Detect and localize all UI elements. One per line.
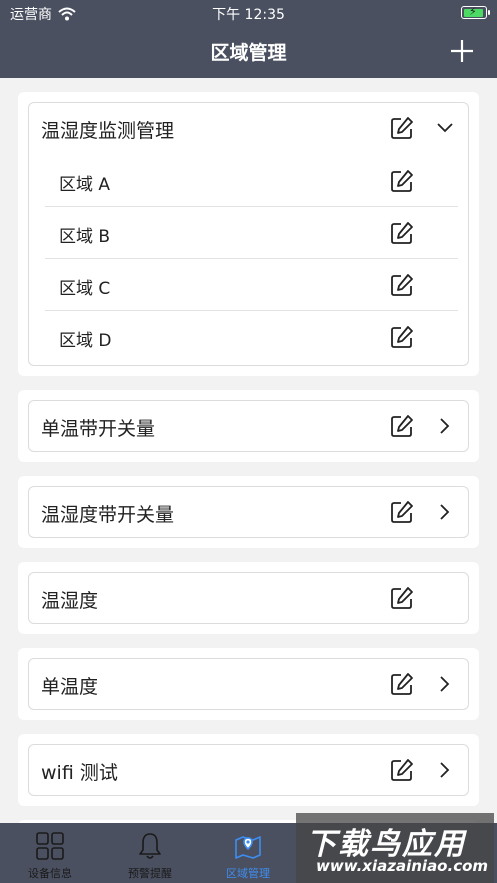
edit-icon[interactable] bbox=[390, 116, 414, 140]
group-label: 温湿度带开关量 bbox=[41, 504, 175, 526]
edit-icon[interactable] bbox=[390, 586, 414, 610]
group-card: 温湿度监测管理 区域 A 区域 B 区域 C 区域 D bbox=[18, 92, 479, 376]
group-panel: 单温带开关量 bbox=[28, 400, 469, 452]
tab-device-info[interactable]: 设备信息 bbox=[0, 823, 100, 883]
tab-label: 设备信息 bbox=[28, 867, 72, 880]
battery-icon: ⚡ bbox=[461, 5, 490, 19]
group-label: 温湿度监测管理 bbox=[41, 120, 175, 142]
region-label: 区域 A bbox=[59, 175, 111, 195]
group-card: 温湿度带开关量 bbox=[18, 476, 479, 548]
tab-region-management[interactable]: 区域管理 bbox=[198, 823, 298, 883]
group-label: 温湿度 bbox=[41, 590, 99, 612]
edit-icon[interactable] bbox=[390, 758, 414, 782]
grid-icon bbox=[36, 832, 64, 860]
group-header[interactable]: 温湿度带开关量 bbox=[29, 487, 468, 539]
group-panel: wifi 测试 bbox=[28, 744, 469, 796]
edit-icon[interactable] bbox=[390, 414, 414, 438]
region-item[interactable]: 区域 A bbox=[45, 155, 458, 207]
group-header[interactable]: 单温带开关量 bbox=[29, 401, 468, 453]
chevron-right-icon[interactable] bbox=[436, 675, 454, 693]
group-header[interactable]: 温湿度监测管理 bbox=[29, 103, 468, 155]
group-card: 单温度 bbox=[18, 648, 479, 720]
group-card: wifi 测试 bbox=[18, 734, 479, 806]
status-time: 下午 12:35 bbox=[212, 7, 285, 23]
status-bar: 运营商 下午 12:35 ⚡ bbox=[0, 0, 497, 26]
group-label: 单温带开关量 bbox=[41, 418, 156, 440]
region-label: 区域 D bbox=[59, 331, 112, 351]
watermark-logo: 下载鸟应用 www.xiazainiao.com bbox=[296, 813, 494, 883]
group-header[interactable]: 单温度 bbox=[29, 659, 468, 711]
group-panel: 单温度 bbox=[28, 658, 469, 710]
region-label: 区域 C bbox=[59, 279, 111, 299]
tab-label: 预警提醒 bbox=[128, 867, 172, 880]
edit-icon[interactable] bbox=[390, 325, 414, 349]
map-pin-icon bbox=[235, 836, 261, 859]
edit-icon[interactable] bbox=[390, 500, 414, 524]
group-label: 单温度 bbox=[41, 676, 99, 698]
region-item[interactable]: 区域 D bbox=[45, 311, 458, 363]
group-panel: 温湿度 bbox=[28, 572, 469, 624]
tab-label: 区域管理 bbox=[226, 867, 270, 880]
group-panel: 温湿度监测管理 区域 A 区域 B 区域 C 区域 D bbox=[28, 102, 469, 366]
group-header[interactable]: 温湿度 bbox=[29, 573, 468, 625]
edit-icon[interactable] bbox=[390, 672, 414, 696]
nav-bar: 区域管理 bbox=[0, 26, 497, 78]
bell-icon bbox=[139, 833, 161, 859]
chevron-right-icon[interactable] bbox=[436, 761, 454, 779]
edit-icon[interactable] bbox=[390, 273, 414, 297]
chevron-right-icon[interactable] bbox=[436, 417, 454, 435]
group-card: 温湿度 bbox=[18, 562, 479, 634]
watermark-url: www.xiazainiao.com bbox=[316, 857, 489, 875]
region-label: 区域 B bbox=[59, 227, 111, 247]
group-label: wifi 测试 bbox=[41, 762, 118, 784]
chevron-right-icon[interactable] bbox=[436, 503, 454, 521]
region-list: 温湿度监测管理 区域 A 区域 B 区域 C 区域 D 单温带开关量 温湿度带开… bbox=[0, 78, 497, 823]
plus-icon[interactable] bbox=[449, 38, 475, 64]
chevron-down-icon[interactable] bbox=[436, 119, 454, 137]
edit-icon[interactable] bbox=[390, 221, 414, 245]
group-card: 单温带开关量 bbox=[18, 390, 479, 462]
region-item[interactable]: 区域 C bbox=[45, 259, 458, 311]
group-panel: 温湿度带开关量 bbox=[28, 486, 469, 538]
group-header[interactable]: wifi 测试 bbox=[29, 745, 468, 797]
page-title: 区域管理 bbox=[210, 42, 287, 64]
edit-icon[interactable] bbox=[390, 169, 414, 193]
region-item[interactable]: 区域 B bbox=[45, 207, 458, 259]
tab-alerts[interactable]: 预警提醒 bbox=[100, 823, 200, 883]
